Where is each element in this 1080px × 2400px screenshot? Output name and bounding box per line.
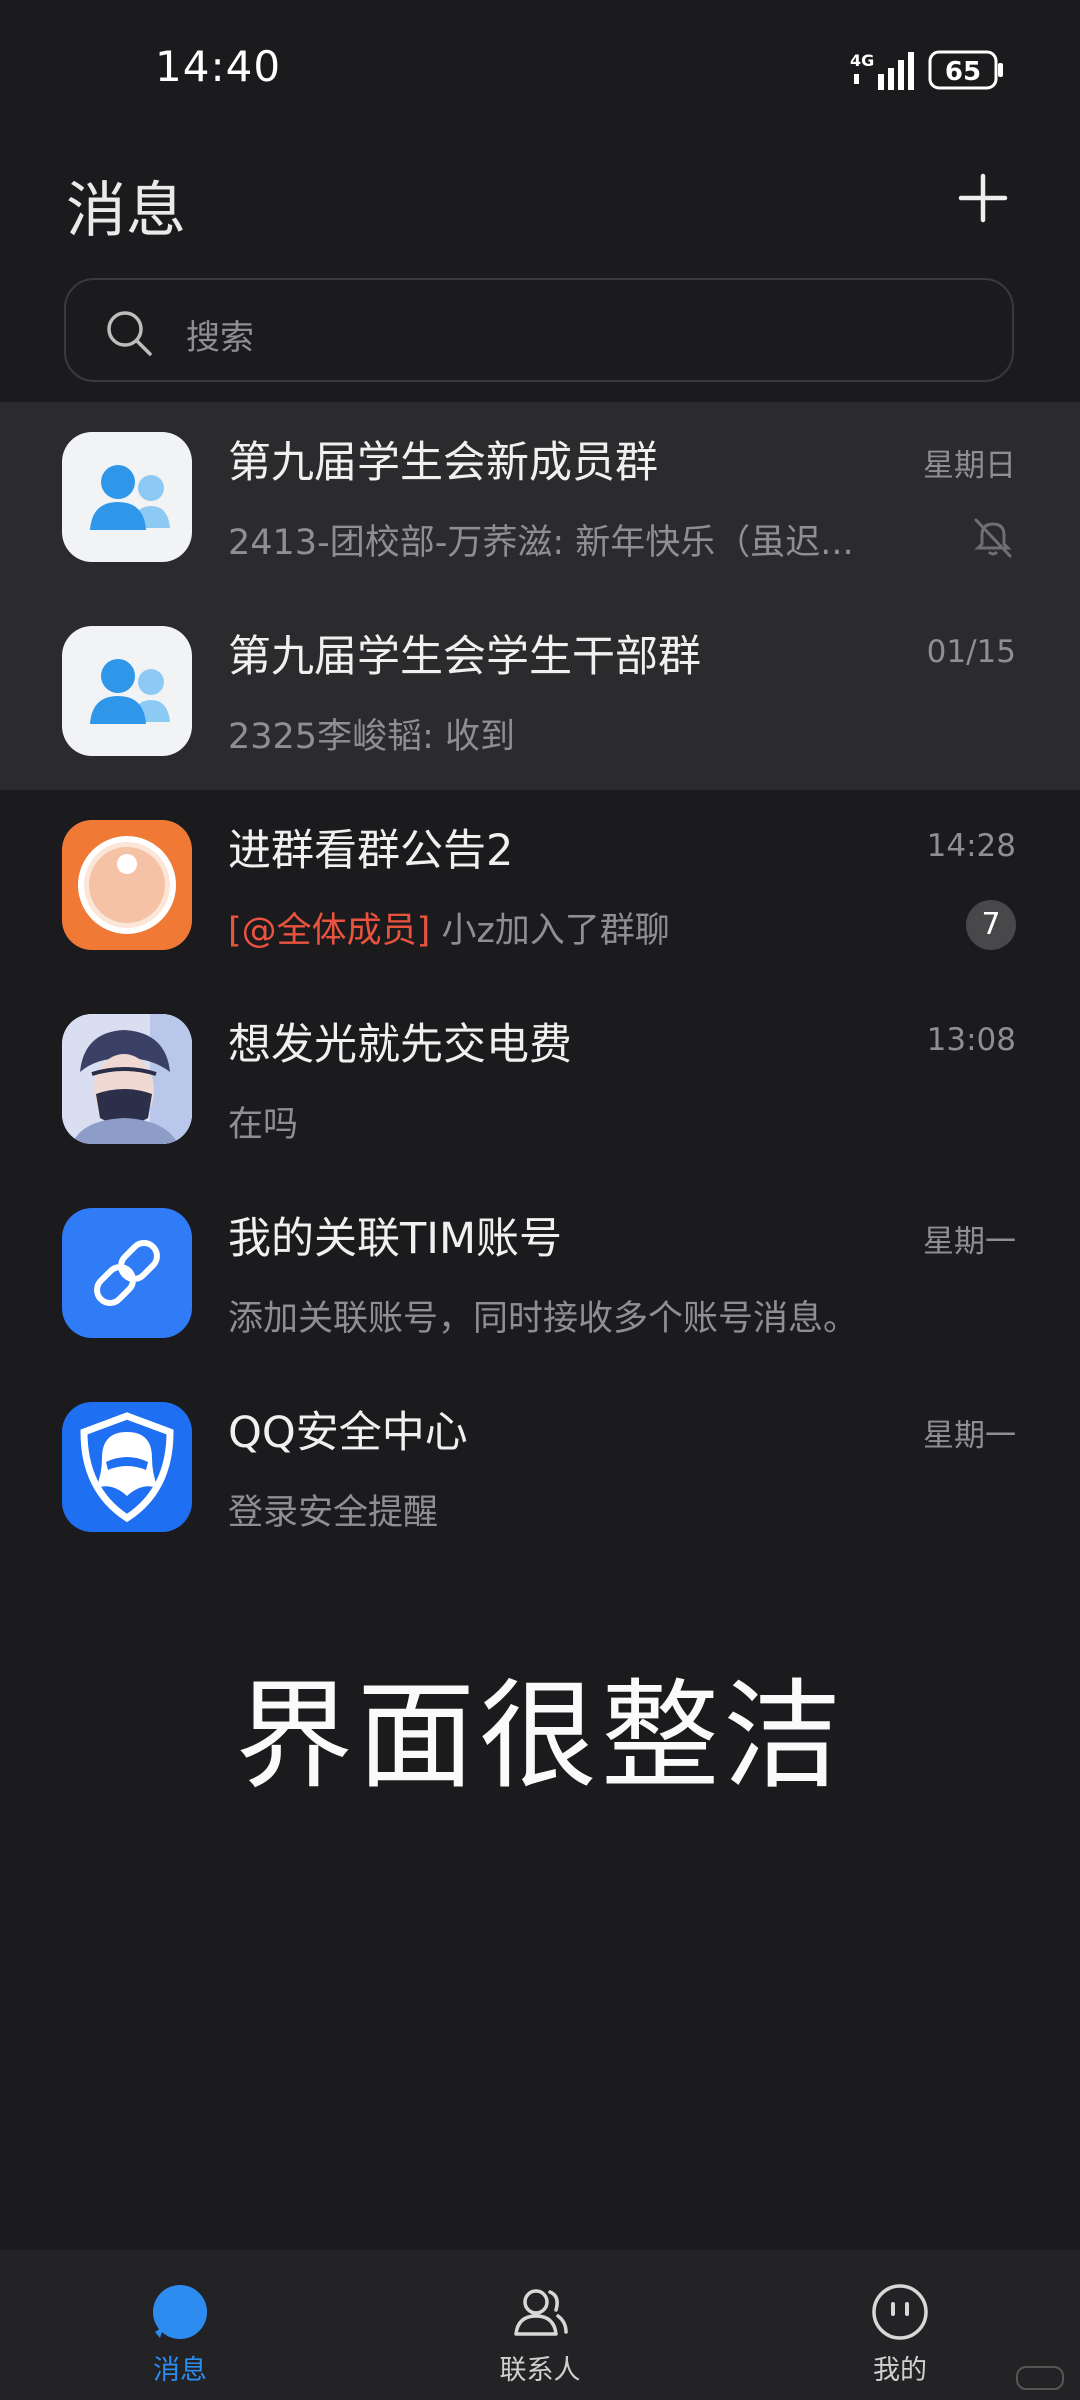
group-icon [90,465,170,530]
contacts-icon [514,2289,568,2336]
camera-lens-icon [78,836,176,934]
search-input[interactable]: 搜索 [64,278,1014,382]
page-title: 消息 [66,176,186,246]
watermark-badge [1016,2366,1064,2390]
chat-preview: [@全体成员] 小z加入了群聊 [228,902,670,953]
group-icon [90,659,170,724]
user-avatar [62,1014,192,1144]
add-plus-button[interactable] [955,170,1011,226]
chat-item-new-members-group[interactable]: 第九届学生会新成员群 星期日 2413-团校部-万荞滋: 新年快乐（虽迟... [0,402,1080,596]
chat-name: 进群看群公告2 [228,826,514,876]
search-placeholder: 搜索 [186,318,254,358]
chat-preview: 2413-团校部-万荞滋: 新年快乐（虽迟... [228,523,854,563]
smiley-icon [872,2284,928,2340]
chat-item-friend[interactable]: 想发光就先交电费 13:08 在吗 [0,984,1080,1178]
chat-item-cadre-group[interactable]: 第九届学生会学生干部群 01/15 2325李峻韬: 收到 [0,596,1080,790]
tab-label: 联系人 [499,2355,581,2386]
tab-messages[interactable]: 消息 [80,2250,280,2400]
battery-icon: 65 [928,50,1003,90]
security-avatar [62,1402,192,1532]
tab-label: 消息 [153,2355,207,2386]
svg-text:65: 65 [945,57,981,87]
chat-preview-text: 小z加入了群聊 [430,911,670,951]
group-avatar [62,626,192,756]
portrait-avatar-icon [62,1014,192,1144]
chat-bubble-icon [153,2285,207,2339]
tab-me[interactable]: 我的 [800,2250,1000,2400]
group-avatar [62,820,192,950]
chat-item-announcement-group[interactable]: 进群看群公告2 14:28 [@全体成员] 小z加入了群聊 7 [0,790,1080,984]
chat-time: 13:08 [926,1022,1016,1058]
chat-preview: 在吗 [228,1105,299,1145]
chat-time: 01/15 [926,634,1016,670]
chat-name: 我的关联TIM账号 [228,1214,563,1264]
chat-preview: 添加关联账号，同时接收多个账号消息。 [228,1299,859,1339]
status-bar: 14:40 4G 65 [0,0,1080,140]
chat-name: 想发光就先交电费 [228,1020,572,1070]
chat-time: 星期日 [923,448,1016,484]
tab-label: 我的 [873,2355,927,2386]
chat-item-tim-account[interactable]: 我的关联TIM账号 星期一 添加关联账号，同时接收多个账号消息。 [0,1178,1080,1372]
chat-item-qq-security[interactable]: QQ安全中心 星期一 登录安全提醒 [0,1372,1080,1566]
bottom-tab-bar: 消息 联系人 我的 [0,2250,1080,2400]
overlay-caption: 界面很整洁 [234,1667,845,1805]
chat-time: 14:28 [926,828,1016,864]
signal-icon: 4G [850,51,914,90]
search-icon [107,311,152,356]
chat-name: QQ安全中心 [228,1408,468,1458]
chat-time: 星期一 [923,1418,1016,1454]
chat-name: 第九届学生会学生干部群 [228,632,701,682]
chat-preview: 2325李峻韬: 收到 [228,717,515,757]
chat-preview: 登录安全提醒 [228,1493,439,1533]
link-icon [94,1240,160,1306]
status-time: 14:40 [155,42,282,91]
group-avatar [62,432,192,562]
mute-bell-icon [974,518,1012,558]
chat-name: 第九届学生会新成员群 [228,438,658,488]
unread-badge: 7 [966,900,1016,950]
tab-contacts[interactable]: 联系人 [440,2250,640,2400]
shield-penguin-icon [80,1412,174,1523]
chat-time: 星期一 [923,1224,1016,1260]
tim-avatar [62,1208,192,1338]
mention-tag: [@全体成员] [228,911,431,951]
svg-text:4G: 4G [850,51,874,70]
